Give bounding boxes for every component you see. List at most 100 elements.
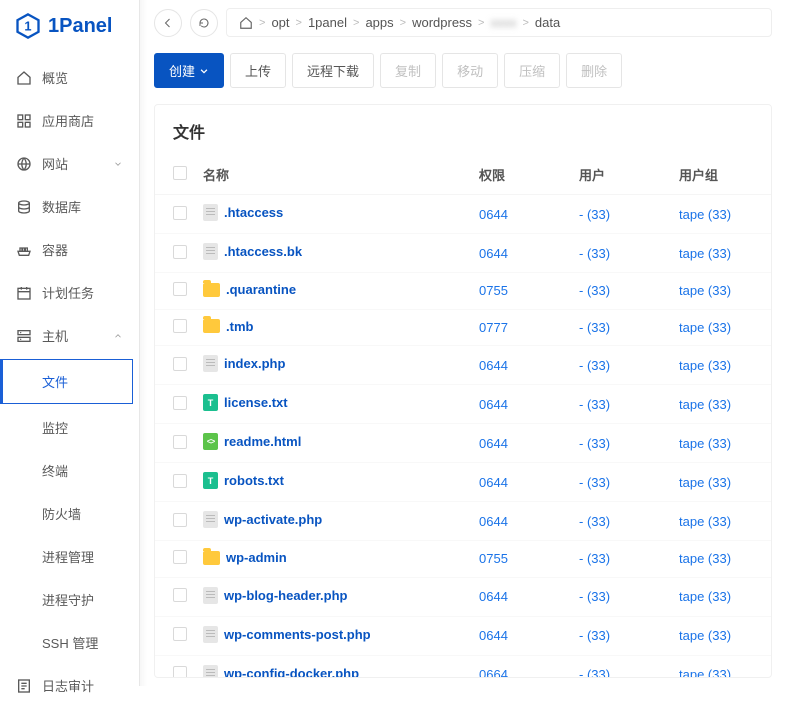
group-link[interactable]: tape (33) <box>679 246 731 261</box>
table-row[interactable]: .tmb 0777 - (33) tape (33) <box>155 309 771 346</box>
copy-button[interactable]: 复制 <box>380 53 436 88</box>
perm-link[interactable]: 0644 <box>479 589 508 604</box>
row-checkbox[interactable] <box>173 474 187 488</box>
perm-link[interactable]: 0755 <box>479 283 508 298</box>
row-checkbox[interactable] <box>173 245 187 259</box>
table-row[interactable]: .htaccess.bk 0644 - (33) tape (33) <box>155 234 771 273</box>
user-link[interactable]: - (33) <box>579 628 610 643</box>
col-group[interactable]: 用户组 <box>671 155 771 195</box>
col-name[interactable]: 名称 <box>195 155 471 195</box>
group-link[interactable]: tape (33) <box>679 514 731 529</box>
table-row[interactable]: readme.html 0644 - (33) tape (33) <box>155 424 771 463</box>
nav-item-host[interactable]: 主机 <box>0 314 139 357</box>
group-link[interactable]: tape (33) <box>679 667 731 678</box>
breadcrumb-item[interactable]: 1panel <box>308 15 347 30</box>
group-link[interactable]: tape (33) <box>679 283 731 298</box>
group-link[interactable]: tape (33) <box>679 628 731 643</box>
breadcrumb[interactable]: >opt>1panel>apps>wordpress>xxxx>data <box>226 8 772 37</box>
group-link[interactable]: tape (33) <box>679 436 731 451</box>
row-checkbox[interactable] <box>173 396 187 410</box>
group-link[interactable]: tape (33) <box>679 475 731 490</box>
file-link[interactable]: .quarantine <box>203 282 296 297</box>
table-row[interactable]: wp-comments-post.php 0644 - (33) tape (3… <box>155 616 771 655</box>
row-checkbox[interactable] <box>173 435 187 449</box>
nav-sub-item[interactable]: 终端 <box>0 449 139 492</box>
table-row[interactable]: wp-config-docker.php 0664 - (33) tape (3… <box>155 655 771 678</box>
select-all-checkbox[interactable] <box>173 166 187 180</box>
delete-button[interactable]: 删除 <box>566 53 622 88</box>
perm-link[interactable]: 0644 <box>479 436 508 451</box>
file-link[interactable]: .htaccess <box>203 204 283 221</box>
table-row[interactable]: wp-blog-header.php 0644 - (33) tape (33) <box>155 577 771 616</box>
upload-button[interactable]: 上传 <box>230 53 286 88</box>
nav-item-apps[interactable]: 应用商店 <box>0 99 139 142</box>
table-row[interactable]: license.txt 0644 - (33) tape (33) <box>155 385 771 424</box>
file-link[interactable]: wp-config-docker.php <box>203 665 359 679</box>
breadcrumb-item[interactable]: apps <box>365 15 393 30</box>
user-link[interactable]: - (33) <box>579 551 610 566</box>
user-link[interactable]: - (33) <box>579 358 610 373</box>
breadcrumb-item[interactable]: wordpress <box>412 15 472 30</box>
group-link[interactable]: tape (33) <box>679 589 731 604</box>
row-checkbox[interactable] <box>173 513 187 527</box>
breadcrumb-item[interactable]: xxxx <box>490 15 516 30</box>
row-checkbox[interactable] <box>173 627 187 641</box>
row-checkbox[interactable] <box>173 588 187 602</box>
file-link[interactable]: .tmb <box>203 319 253 334</box>
perm-link[interactable]: 0644 <box>479 628 508 643</box>
perm-link[interactable]: 0644 <box>479 358 508 373</box>
table-row[interactable]: wp-admin 0755 - (33) tape (33) <box>155 541 771 578</box>
table-row[interactable]: .htaccess 0644 - (33) tape (33) <box>155 195 771 234</box>
nav-item-globe[interactable]: 网站 <box>0 142 139 185</box>
perm-link[interactable]: 0755 <box>479 551 508 566</box>
nav-sub-item[interactable]: 监控 <box>0 406 139 449</box>
col-user[interactable]: 用户 <box>571 155 671 195</box>
file-link[interactable]: license.txt <box>203 394 288 411</box>
file-link[interactable]: index.php <box>203 355 285 372</box>
nav-item-database[interactable]: 数据库 <box>0 185 139 228</box>
group-link[interactable]: tape (33) <box>679 320 731 335</box>
nav-item-home[interactable]: 概览 <box>0 56 139 99</box>
file-link[interactable]: robots.txt <box>203 472 284 489</box>
row-checkbox[interactable] <box>173 282 187 296</box>
file-link[interactable]: readme.html <box>203 433 301 450</box>
file-link[interactable]: .htaccess.bk <box>203 243 302 260</box>
user-link[interactable]: - (33) <box>579 436 610 451</box>
row-checkbox[interactable] <box>173 206 187 220</box>
compress-button[interactable]: 压缩 <box>504 53 560 88</box>
user-link[interactable]: - (33) <box>579 589 610 604</box>
perm-link[interactable]: 0644 <box>479 246 508 261</box>
perm-link[interactable]: 0644 <box>479 397 508 412</box>
user-link[interactable]: - (33) <box>579 397 610 412</box>
group-link[interactable]: tape (33) <box>679 551 731 566</box>
nav-sub-item[interactable]: 进程管理 <box>0 535 139 578</box>
refresh-button[interactable] <box>190 9 218 37</box>
table-row[interactable]: robots.txt 0644 - (33) tape (33) <box>155 463 771 502</box>
file-link[interactable]: wp-admin <box>203 550 287 565</box>
perm-link[interactable]: 0664 <box>479 667 508 678</box>
user-link[interactable]: - (33) <box>579 667 610 678</box>
table-row[interactable]: .quarantine 0755 - (33) tape (33) <box>155 273 771 310</box>
row-checkbox[interactable] <box>173 319 187 333</box>
nav-sub-item[interactable]: 文件 <box>0 359 133 404</box>
group-link[interactable]: tape (33) <box>679 358 731 373</box>
file-link[interactable]: wp-comments-post.php <box>203 626 371 643</box>
user-link[interactable]: - (33) <box>579 283 610 298</box>
nav-sub-item[interactable]: SSH 管理 <box>0 621 139 664</box>
breadcrumb-item[interactable]: data <box>535 15 560 30</box>
table-row[interactable]: wp-activate.php 0644 - (33) tape (33) <box>155 502 771 541</box>
perm-link[interactable]: 0644 <box>479 207 508 222</box>
user-link[interactable]: - (33) <box>579 207 610 222</box>
col-perm[interactable]: 权限 <box>471 155 571 195</box>
create-button[interactable]: 创建 <box>154 53 224 88</box>
row-checkbox[interactable] <box>173 666 187 678</box>
perm-link[interactable]: 0644 <box>479 475 508 490</box>
move-button[interactable]: 移动 <box>442 53 498 88</box>
user-link[interactable]: - (33) <box>579 514 610 529</box>
perm-link[interactable]: 0644 <box>479 514 508 529</box>
breadcrumb-item[interactable]: opt <box>271 15 289 30</box>
group-link[interactable]: tape (33) <box>679 397 731 412</box>
user-link[interactable]: - (33) <box>579 320 610 335</box>
file-link[interactable]: wp-blog-header.php <box>203 587 348 604</box>
remote-download-button[interactable]: 远程下载 <box>292 53 374 88</box>
